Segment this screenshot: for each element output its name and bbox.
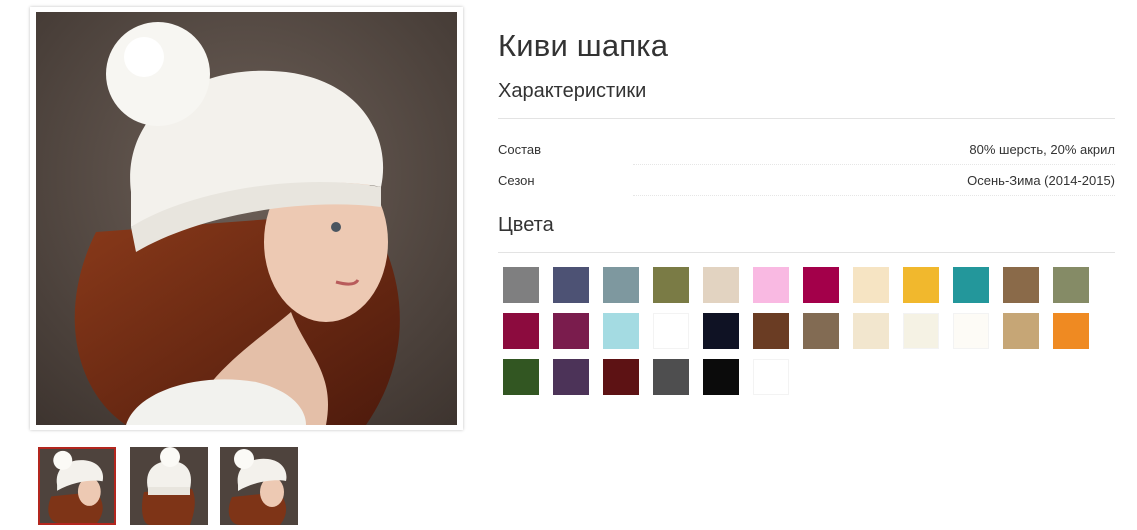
characteristics-heading: Характеристики [498,80,647,102]
color-swatch[interactable] [553,313,589,349]
color-swatch[interactable] [803,313,839,349]
color-swatch[interactable] [553,359,589,395]
color-swatch[interactable] [503,359,539,395]
color-swatch[interactable] [703,267,739,303]
main-product-image[interactable] [36,12,457,425]
characteristic-value: Осень-Зима (2014-2015) [967,173,1115,188]
color-swatch[interactable] [1003,313,1039,349]
color-swatch[interactable] [603,267,639,303]
color-swatch[interactable] [603,313,639,349]
color-swatch[interactable] [503,267,539,303]
row-divider [633,195,1115,196]
thumb-side-view-2[interactable] [220,447,298,525]
color-swatch[interactable] [1053,267,1089,303]
color-swatch[interactable] [1053,313,1089,349]
color-swatch[interactable] [703,359,739,395]
color-swatch[interactable] [853,267,889,303]
color-swatch[interactable] [1003,267,1039,303]
thumb-back-view[interactable] [130,447,208,525]
model-in-white-hat-photo [36,12,457,425]
characteristic-label: Состав [498,142,542,157]
color-swatch[interactable] [903,313,939,349]
color-swatch[interactable] [653,359,689,395]
color-swatch[interactable] [753,267,789,303]
color-swatch[interactable] [953,267,989,303]
divider [498,118,1115,119]
colors-heading: Цвета [498,214,554,236]
color-swatch[interactable] [853,313,889,349]
characteristic-value: 80% шерсть, 20% акрил [969,142,1115,157]
thumb-side-view[interactable] [38,447,116,525]
color-swatch[interactable] [503,313,539,349]
color-swatch[interactable] [903,267,939,303]
color-swatch[interactable] [753,313,789,349]
characteristic-label: Сезон [498,173,535,188]
color-swatch[interactable] [803,267,839,303]
color-swatch[interactable] [653,313,689,349]
color-swatch[interactable] [653,267,689,303]
characteristic-row: Состав 80% шерсть, 20% акрил [498,134,1115,165]
characteristic-row: Сезон Осень-Зима (2014-2015) [498,165,1115,196]
divider [498,252,1115,253]
product-title: Киви шапка [498,28,669,63]
main-image-frame [30,7,463,430]
color-swatch[interactable] [553,267,589,303]
color-swatch[interactable] [703,313,739,349]
color-swatch[interactable] [603,359,639,395]
color-swatch[interactable] [953,313,989,349]
color-swatch[interactable] [753,359,789,395]
